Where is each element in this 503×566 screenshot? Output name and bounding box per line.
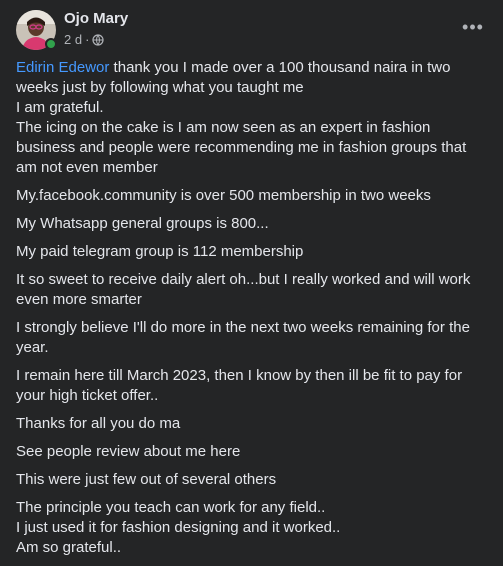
- text-line: year.: [16, 339, 49, 356]
- text-line: Edirin Edewor thank you I made over a 10…: [16, 58, 494, 78]
- text-line: I strongly believe I'll do more in the n…: [16, 319, 470, 336]
- text-line: It so sweet to receive daily alert oh...…: [16, 271, 471, 288]
- author-name[interactable]: Ojo Mary: [64, 10, 128, 27]
- paragraph: It so sweet to receive daily alert oh...…: [16, 270, 494, 310]
- paragraph: My Whatsapp general groups is 800...: [16, 215, 269, 232]
- text-line: I just used it for fashion designing and…: [16, 519, 341, 536]
- meta-separator: ·: [85, 32, 90, 47]
- text-line: even more smarter: [16, 291, 142, 308]
- text-line: business and people were recommending me…: [16, 139, 467, 156]
- text-line: weeks just by following what you taught …: [16, 79, 304, 96]
- online-status-dot: [45, 38, 57, 50]
- paragraph: My.facebook.community is over 500 member…: [16, 187, 431, 204]
- text-line: your high ticket offer..: [16, 387, 159, 404]
- text-segment: thank you I made over a 100 thousand nai…: [109, 59, 451, 76]
- globe-icon: [92, 33, 105, 46]
- text-line: The principle you teach can work for any…: [16, 499, 326, 516]
- paragraph: Thanks for all you do ma: [16, 415, 181, 432]
- paragraph: This were just few out of several others: [16, 471, 277, 488]
- paragraph: My paid telegram group is 112 membership: [16, 243, 304, 260]
- post-meta: 2 d ·: [64, 32, 105, 47]
- post-timestamp[interactable]: 2 d: [64, 32, 82, 47]
- facebook-post: Ojo Mary 2 d · ••• Edirin Edewor thank y…: [0, 0, 503, 560]
- text-line: am not even member: [16, 159, 158, 176]
- more-options-button[interactable]: •••: [459, 16, 487, 38]
- text-line: Am so grateful..: [16, 539, 122, 556]
- paragraph: I remain here till March 2023, then I kn…: [16, 366, 494, 406]
- post-header: Ojo Mary 2 d · •••: [16, 8, 487, 52]
- paragraph: I strongly believe I'll do more in the n…: [16, 318, 494, 358]
- paragraph: The principle you teach can work for any…: [16, 498, 494, 558]
- post-body: Edirin Edewor thank you I made over a 10…: [16, 58, 494, 566]
- paragraph: Edirin Edewor thank you I made over a 10…: [16, 58, 494, 178]
- text-line: I am grateful.: [16, 99, 104, 116]
- mention-link[interactable]: Edirin Edewor: [16, 59, 109, 76]
- text-line: The icing on the cake is I am now seen a…: [16, 119, 431, 136]
- paragraph: See people review about me here: [16, 443, 241, 460]
- text-line: I remain here till March 2023, then I kn…: [16, 367, 463, 384]
